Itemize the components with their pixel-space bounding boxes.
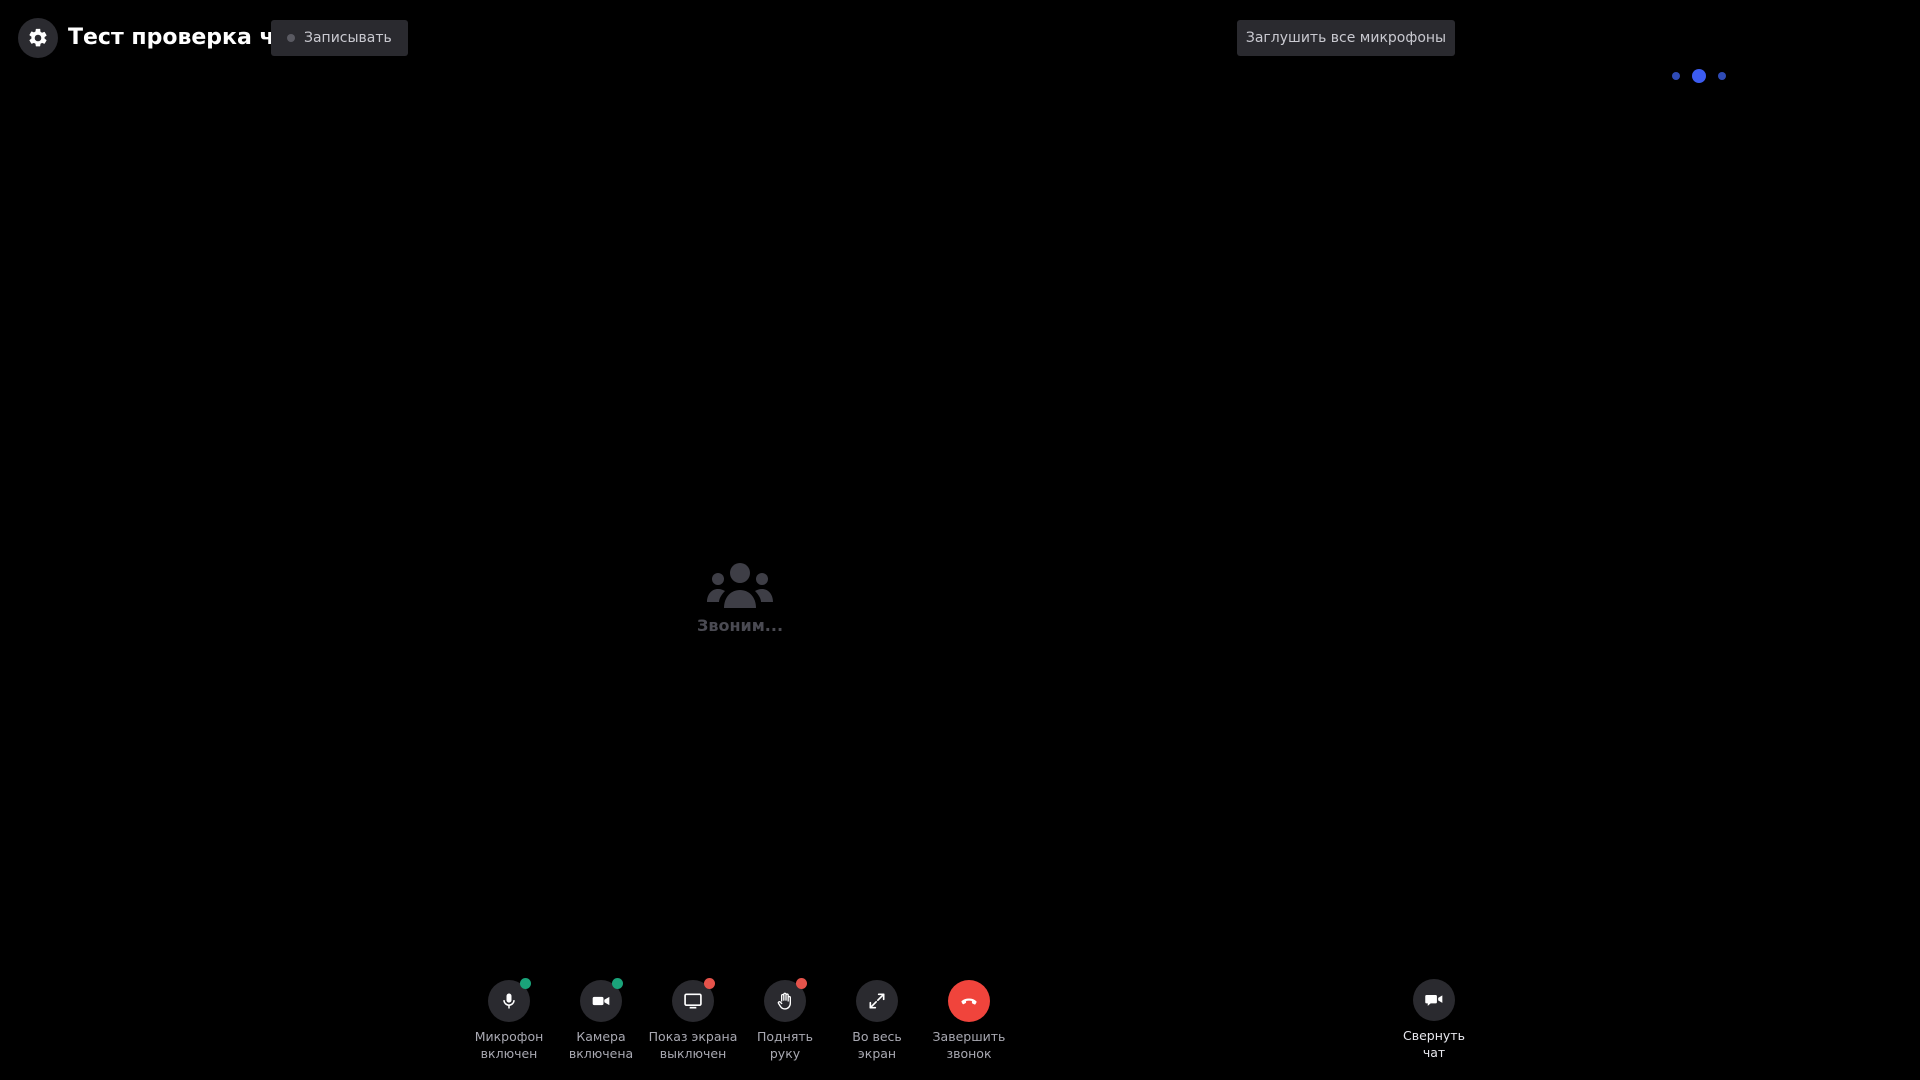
collapse-chat-button[interactable] (1413, 979, 1455, 1021)
video-call-screen: Тест проверка чат Записывать Заглушить в… (0, 0, 1920, 1080)
users-icon (707, 563, 773, 608)
gear-icon (29, 28, 47, 47)
page-dot-active[interactable] (1692, 69, 1706, 83)
calling-placeholder: Звоним... (690, 562, 790, 635)
raise-hand-toggle[interactable]: Поднять руку (737, 978, 833, 1062)
mute-all-microphones-button[interactable]: Заглушить все микрофоны (1237, 20, 1455, 56)
status-on-dot (520, 978, 531, 989)
fullscreen-toggle[interactable]: Во весь экран (829, 980, 925, 1062)
raise-hand-label: Поднять руку (756, 1029, 814, 1061)
end-call-button[interactable] (948, 980, 990, 1022)
camera-toggle[interactable]: Камера включена (553, 978, 649, 1062)
raise-hand-button[interactable] (764, 978, 807, 1022)
screen-share-label: Показ экрана выключен (648, 1029, 738, 1061)
microphone-label: Микрофон включен (474, 1029, 544, 1061)
page-indicator (1672, 69, 1726, 83)
end-call-label: Завершить звонок (932, 1029, 1006, 1061)
fullscreen-button[interactable] (856, 980, 898, 1022)
end-call-control[interactable]: Завершить звонок (921, 980, 1017, 1062)
camera-button[interactable] (580, 978, 623, 1022)
record-button[interactable]: Записывать (271, 20, 408, 56)
expand-icon (869, 993, 885, 1009)
monitor-icon (684, 993, 702, 1009)
screen-share-button[interactable] (672, 978, 715, 1022)
camera-label: Камера включена (568, 1029, 634, 1061)
chat-title: Тест проверка чат (68, 25, 303, 50)
collapse-chat-label: Свернуть чат (1403, 1028, 1465, 1060)
settings-button[interactable] (18, 18, 58, 58)
phone-hangup-icon (961, 998, 977, 1005)
screen-share-toggle[interactable]: Показ экрана выключен (645, 978, 741, 1062)
camera-icon (592, 996, 610, 1006)
page-dot[interactable] (1718, 72, 1726, 80)
status-off-dot (796, 978, 807, 989)
hand-icon (777, 992, 791, 1010)
calling-status-text: Звоним... (696, 616, 784, 635)
fullscreen-label: Во весь экран (852, 1029, 902, 1061)
microphone-toggle[interactable]: Микрофон включен (461, 978, 557, 1062)
status-on-dot (612, 978, 623, 989)
record-label: Записывать (304, 30, 392, 46)
status-off-dot (704, 978, 715, 989)
page-dot[interactable] (1672, 72, 1680, 80)
record-dot-icon (287, 34, 295, 42)
microphone-button[interactable] (488, 978, 531, 1022)
video-chat-icon (1425, 995, 1443, 1006)
collapse-chat-control[interactable]: Свернуть чат (1386, 979, 1482, 1061)
microphone-icon (503, 993, 515, 1009)
